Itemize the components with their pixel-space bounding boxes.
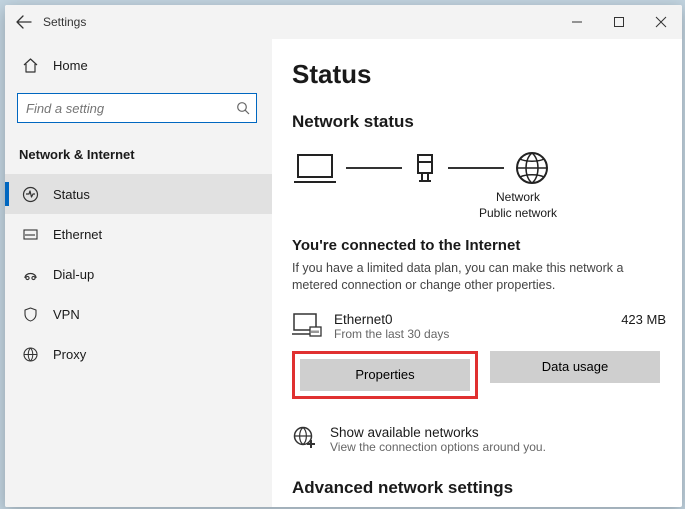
sidebar-item-label: Proxy <box>53 347 86 362</box>
search-box[interactable] <box>17 93 257 123</box>
adapter-row: Ethernet0 From the last 30 days 423 MB <box>292 312 666 341</box>
home-icon <box>21 57 39 74</box>
window-controls <box>556 5 682 39</box>
sidebar-item-label: VPN <box>53 307 80 322</box>
status-icon <box>21 186 39 203</box>
sidebar-home-label: Home <box>53 58 88 73</box>
sidebar-item-label: Status <box>53 187 90 202</box>
connected-heading: You're connected to the Internet <box>292 237 666 254</box>
properties-highlight: Properties <box>292 351 478 399</box>
available-title: Show available networks <box>330 425 546 440</box>
ethernet-icon <box>21 226 39 243</box>
sidebar-item-dialup[interactable]: Dial-up <box>5 254 272 294</box>
connection-line <box>448 167 504 169</box>
adapter-meta: Ethernet0 From the last 30 days <box>334 312 609 341</box>
diagram-label-line2: Public network <box>370 206 666 222</box>
dialup-icon <box>21 266 39 283</box>
sidebar-item-status[interactable]: Status <box>5 174 272 214</box>
show-available-networks[interactable]: Show available networks View the connect… <box>292 425 666 454</box>
available-subtitle: View the connection options around you. <box>330 440 546 454</box>
section-network-status: Network status <box>292 112 666 132</box>
maximize-button[interactable] <box>598 5 640 39</box>
sidebar: Home Network & Internet Status <box>5 39 272 507</box>
connection-line <box>346 167 402 169</box>
sidebar-item-proxy[interactable]: Proxy <box>5 334 272 374</box>
section-advanced: Advanced network settings <box>292 478 666 498</box>
connected-description: If you have a limited data plan, you can… <box>292 260 666 294</box>
adapter-subtitle: From the last 30 days <box>334 327 609 341</box>
title-bar: Settings <box>5 5 682 39</box>
diagram-label: Network Public network <box>370 190 666 221</box>
sidebar-category: Network & Internet <box>5 131 272 174</box>
sidebar-home[interactable]: Home <box>5 45 272 85</box>
sidebar-item-label: Dial-up <box>53 267 94 282</box>
adapter-icon <box>292 312 322 340</box>
minimize-button[interactable] <box>556 5 598 39</box>
proxy-icon <box>21 346 39 363</box>
sidebar-item-label: Ethernet <box>53 227 102 242</box>
window-title: Settings <box>43 15 86 29</box>
diagram-label-line1: Network <box>370 190 666 206</box>
back-button[interactable] <box>5 15 43 29</box>
adapter-name: Ethernet0 <box>334 312 609 327</box>
available-networks-text: Show available networks View the connect… <box>330 425 546 454</box>
data-usage-button[interactable]: Data usage <box>490 351 660 383</box>
search-container <box>5 85 272 131</box>
vpn-icon <box>21 306 39 323</box>
router-icon <box>412 151 438 185</box>
sidebar-item-vpn[interactable]: VPN <box>5 294 272 334</box>
close-button[interactable] <box>640 5 682 39</box>
available-networks-icon <box>292 425 316 449</box>
page-title: Status <box>292 59 666 90</box>
network-diagram <box>294 150 666 186</box>
sidebar-item-ethernet[interactable]: Ethernet <box>5 214 272 254</box>
search-input[interactable] <box>26 101 236 116</box>
adapter-usage: 423 MB <box>621 312 666 327</box>
globe-icon <box>514 150 550 186</box>
settings-window: Settings Home <box>5 5 682 507</box>
properties-button[interactable]: Properties <box>300 359 470 391</box>
search-icon <box>236 101 250 115</box>
window-body: Home Network & Internet Status <box>5 39 682 507</box>
content-pane: Status Network status Network Public net… <box>272 39 682 507</box>
adapter-buttons: Properties Data usage <box>292 351 666 399</box>
pc-icon <box>294 151 336 185</box>
